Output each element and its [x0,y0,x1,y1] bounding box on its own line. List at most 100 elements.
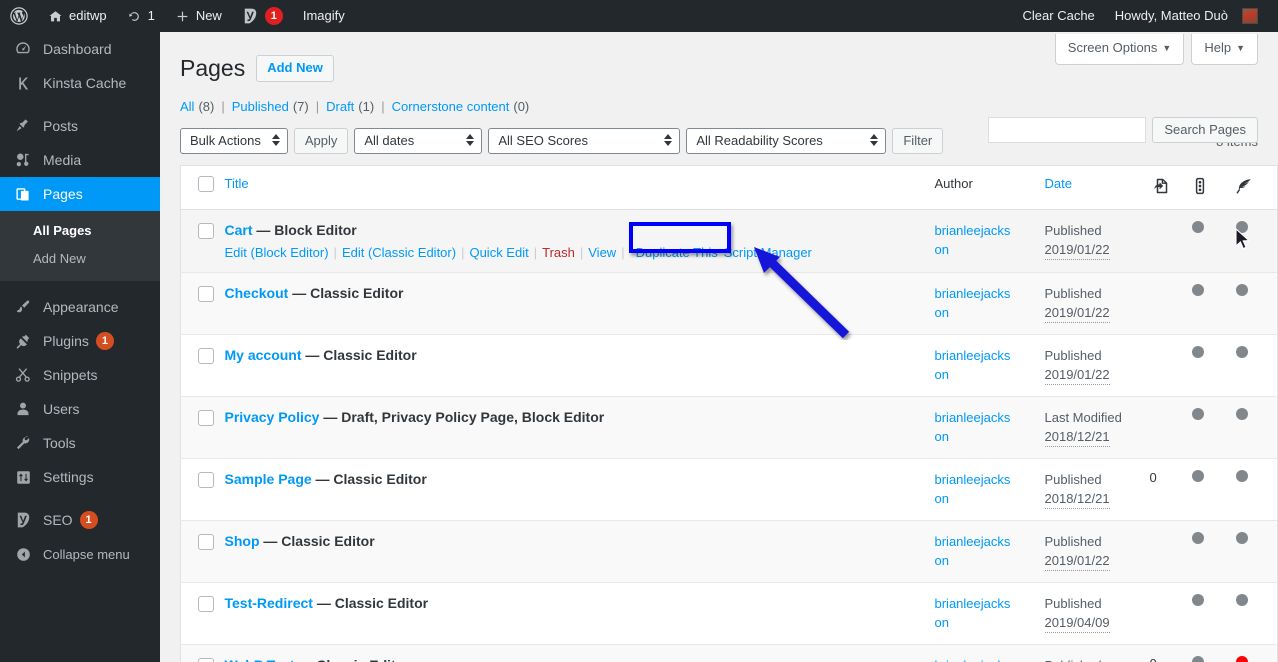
plus-icon [175,9,190,24]
action-trash[interactable]: Trash [542,244,575,261]
view-link-published[interactable]: Published [232,99,289,114]
sidebar-item-users[interactable]: Users [0,392,160,426]
page-title-link[interactable]: My account [225,347,302,363]
add-new-button[interactable]: Add New [256,55,334,82]
table-row[interactable]: Test-Redirect — Classic Editor brianleej… [180,583,1278,645]
seo-score-filter-select[interactable]: All SEO Scores [488,128,681,154]
seo-score-dot[interactable] [1191,532,1204,544]
sidebar-item-snippets[interactable]: Snippets [0,358,160,392]
seo-score-dots-icon[interactable] [1190,176,1210,199]
table-row[interactable]: Cart — Block Editor Edit (Block Editor) … [180,209,1278,273]
author-link[interactable]: brianleejacks [935,472,1011,487]
author-link[interactable]: brianleejacks [935,223,1011,238]
sidebar-item-settings[interactable]: Settings [0,460,160,494]
sidebar-item-posts[interactable]: Posts [0,109,160,143]
screen-options-button[interactable]: Screen Options ▼ [1054,34,1185,65]
admin-bar-wordpress-logo[interactable] [0,0,38,32]
row-checkbox[interactable] [198,410,214,426]
sidebar-item-kinsta-cache[interactable]: Kinsta Cache [0,66,160,100]
date-filter-select[interactable]: All dates [354,128,483,154]
help-button[interactable]: Help ▼ [1191,34,1258,65]
view-separator: | [381,99,385,114]
seo-score-dot[interactable] [1191,470,1204,482]
admin-bar-clear-cache[interactable]: Clear Cache [1013,0,1105,32]
action-duplicate-this[interactable]: Duplicate This [630,244,724,261]
admin-bar-imagify[interactable]: Imagify [293,0,355,32]
page-title-link[interactable]: Test-Redirect [225,595,313,611]
view-link-draft[interactable]: Draft [326,99,354,114]
select-all-checkbox[interactable] [198,176,214,192]
seo-score-dot[interactable] [1191,221,1204,233]
table-row[interactable]: Shop — Classic Editor brianleejacks on P… [180,520,1278,583]
sort-by-date-link[interactable]: Date [1045,176,1072,191]
readability-score-dot[interactable] [1235,656,1248,662]
sort-by-title-link[interactable]: Title [225,176,249,191]
readability-score-dot[interactable] [1235,470,1248,482]
action-script-manager[interactable]: Script Manager [724,244,812,261]
admin-bar-yoast-seo[interactable]: 1 [232,0,293,32]
seo-score-dot[interactable] [1191,408,1204,420]
action-view[interactable]: View [588,244,616,261]
sidebar-item-plugins[interactable]: Plugins 1 [0,324,160,358]
search-input[interactable] [988,117,1147,143]
sidebar-item-tools[interactable]: Tools [0,426,160,460]
page-title-link[interactable]: Shop [225,533,260,549]
seo-score-dot[interactable] [1191,594,1204,606]
row-checkbox[interactable] [198,658,214,662]
readability-score-dot[interactable] [1235,594,1248,606]
author-link[interactable]: brianleejacks [935,534,1011,549]
action-edit-block-editor[interactable]: Edit (Block Editor) [225,244,329,261]
admin-bar-site-name[interactable]: editwp [38,0,117,32]
page-title-link[interactable]: WebP Test [225,657,295,662]
sidebar-item-pages[interactable]: Pages [0,177,168,211]
admin-bar-new-content[interactable]: New [165,0,232,32]
author-link[interactable]: brianleejacks [935,286,1011,301]
seo-score-dot[interactable] [1191,346,1204,358]
row-checkbox[interactable] [198,596,214,612]
admin-bar-my-account[interactable]: Howdy, Matteo Duò [1105,0,1268,32]
table-row[interactable]: WebP Test — Classic Editor brianleejacks… [180,644,1278,662]
table-row[interactable]: Privacy Policy — Draft, Privacy Policy P… [180,396,1278,459]
row-checkbox[interactable] [198,348,214,364]
apply-button[interactable]: Apply [293,128,349,154]
readability-score-filter-select[interactable]: All Readability Scores [686,128,887,154]
page-title-link[interactable]: Cart [225,222,253,238]
author-link[interactable]: brianleejacks [935,596,1011,611]
action-quick-edit[interactable]: Quick Edit [469,244,528,261]
sidebar-item-add-new-page[interactable]: Add New [0,245,160,273]
view-link-all[interactable]: All [180,99,194,114]
author-link[interactable]: brianleejacks [935,348,1011,363]
readability-score-dot[interactable] [1235,346,1248,358]
author-link[interactable]: brianleejacks [935,410,1011,425]
filter-button[interactable]: Filter [892,128,944,154]
row-checkbox[interactable] [198,472,214,488]
table-row[interactable]: My account — Classic Editor brianleejack… [180,335,1278,397]
admin-bar-updates[interactable]: 1 [117,0,165,32]
row-checkbox[interactable] [198,534,214,550]
redirect-page-icon[interactable] [1150,176,1170,199]
sidebar-item-appearance[interactable]: Appearance [0,290,160,324]
readability-feather-icon[interactable] [1234,176,1254,199]
bulk-actions-select[interactable]: Bulk Actions [180,128,288,154]
page-title-link[interactable]: Privacy Policy [225,409,320,425]
row-checkbox[interactable] [198,286,214,302]
table-row[interactable]: Checkout — Classic Editor brianleejacks … [180,272,1278,335]
search-pages-button[interactable]: Search Pages [1152,117,1258,143]
view-link-cornerstone[interactable]: Cornerstone content [392,99,510,114]
row-checkbox[interactable] [198,223,214,239]
sidebar-item-dashboard[interactable]: Dashboard [0,32,160,66]
sidebar-item-collapse-menu[interactable]: Collapse menu [0,537,160,571]
sidebar-item-seo[interactable]: SEO 1 [0,503,160,537]
sidebar-item-all-pages[interactable]: All Pages [0,217,160,245]
page-title-link[interactable]: Checkout [225,285,289,301]
table-row[interactable]: Sample Page — Classic Editor brianleejac… [180,459,1278,521]
seo-score-dot[interactable] [1191,284,1204,296]
author-link[interactable]: brianleejacks [935,658,1011,662]
action-edit-classic-editor[interactable]: Edit (Classic Editor) [342,244,456,261]
sidebar-item-media[interactable]: Media [0,143,160,177]
readability-score-dot[interactable] [1235,284,1248,296]
readability-score-dot[interactable] [1235,532,1248,544]
readability-score-dot[interactable] [1235,408,1248,420]
seo-score-dot[interactable] [1191,656,1204,662]
page-title-link[interactable]: Sample Page [225,471,312,487]
